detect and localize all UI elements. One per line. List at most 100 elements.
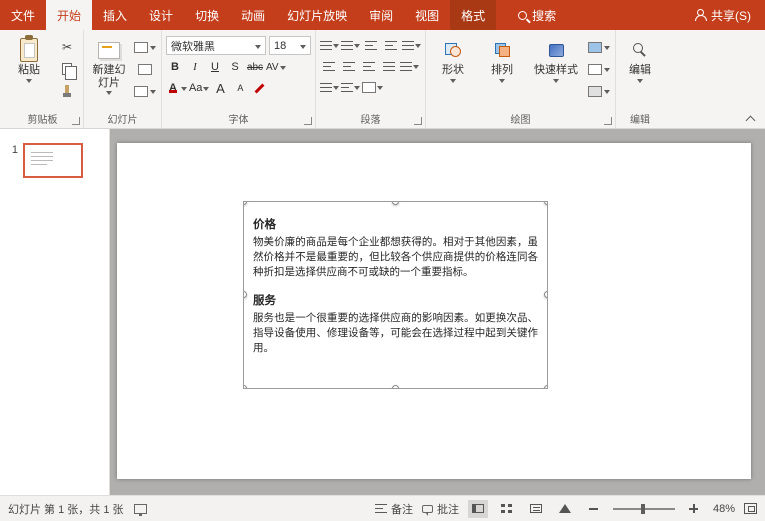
statusbar: 幻灯片 第 1 张，共 1 张 备注 批注 48% xyxy=(0,495,765,521)
resize-handle-nw[interactable] xyxy=(243,201,247,205)
shapes-button[interactable]: 形状 xyxy=(430,34,476,111)
editing-button[interactable]: 编辑 xyxy=(620,34,660,111)
zoom-in-button[interactable] xyxy=(684,500,704,518)
font-color-label: A xyxy=(166,82,180,94)
paragraph-dialog-launcher[interactable] xyxy=(414,117,422,125)
font-dialog-launcher[interactable] xyxy=(304,117,312,125)
zoom-slider[interactable] xyxy=(613,508,675,510)
char-spacing-button[interactable]: AV xyxy=(266,58,286,76)
bold-button[interactable]: B xyxy=(166,58,184,76)
clear-formatting-button[interactable] xyxy=(251,79,269,97)
tab-design[interactable]: 设计 xyxy=(138,0,184,30)
share-button[interactable]: 共享(S) xyxy=(680,0,765,30)
resize-handle-e[interactable] xyxy=(544,291,548,298)
slide-canvas[interactable]: 价格 物美价廉的商品是每个企业都想获得的。相对于其他因素，虽然价格并不是最重要的… xyxy=(117,143,751,479)
clipboard-group-label: 剪贴板 xyxy=(2,111,83,126)
fit-to-window-button[interactable] xyxy=(744,503,757,514)
display-settings-icon[interactable] xyxy=(134,504,147,514)
minus-icon xyxy=(589,508,598,510)
normal-view-button[interactable] xyxy=(468,500,488,518)
drawing-dialog-launcher[interactable] xyxy=(604,117,612,125)
tab-insert[interactable]: 插入 xyxy=(92,0,138,30)
tab-transitions[interactable]: 切换 xyxy=(184,0,230,30)
clipboard-dialog-launcher[interactable] xyxy=(72,117,80,125)
slide-thumbnail-row[interactable]: 1 xyxy=(8,143,109,178)
decrease-indent-button[interactable] xyxy=(362,36,380,54)
tab-file[interactable]: 文件 xyxy=(0,0,46,30)
align-left-button[interactable] xyxy=(320,57,338,75)
tab-review[interactable]: 审阅 xyxy=(358,0,404,30)
shape-outline-icon xyxy=(588,64,602,75)
slide-sorter-view-button[interactable] xyxy=(497,500,517,518)
justify-button[interactable] xyxy=(380,57,398,75)
comments-label: 批注 xyxy=(437,501,459,517)
notes-button[interactable]: 备注 xyxy=(375,501,413,517)
convert-smartart-button[interactable] xyxy=(362,78,383,96)
numbering-button[interactable] xyxy=(341,36,360,54)
drawing-group-label: 绘图 xyxy=(426,111,615,126)
grow-label: A xyxy=(216,81,225,96)
reading-view-icon xyxy=(530,504,542,513)
reset-button[interactable] xyxy=(133,59,157,79)
comments-button[interactable]: 批注 xyxy=(422,501,459,517)
italic-button[interactable]: I xyxy=(186,58,204,76)
underline-button[interactable]: U xyxy=(206,58,224,76)
change-case-button[interactable]: Aa xyxy=(189,79,209,97)
resize-handle-w[interactable] xyxy=(243,291,247,298)
font-name-combo[interactable]: 微软雅黑 xyxy=(166,36,266,55)
chevron-down-icon xyxy=(333,44,339,48)
resize-handle-s[interactable] xyxy=(392,385,399,389)
tab-format-contextual[interactable]: 格式 xyxy=(450,0,496,30)
group-paragraph: 段落 xyxy=(316,30,426,128)
zoom-out-button[interactable] xyxy=(584,500,604,518)
font-size-combo[interactable]: 18 xyxy=(269,36,311,55)
paste-button[interactable]: 粘贴 xyxy=(6,34,52,111)
numbered-list-icon xyxy=(341,41,353,50)
quick-styles-button[interactable]: 快速样式 xyxy=(528,34,584,111)
resize-handle-se[interactable] xyxy=(544,385,548,389)
shape-effects-button[interactable] xyxy=(587,81,611,101)
titlebar: 文件 开始 插入 设计 切换 动画 幻灯片放映 审阅 视图 格式 搜索 共享(S… xyxy=(0,0,765,30)
align-right-button[interactable] xyxy=(360,57,378,75)
font-group-label: 字体 xyxy=(162,111,315,126)
reading-view-button[interactable] xyxy=(526,500,546,518)
align-center-button[interactable] xyxy=(340,57,358,75)
format-painter-button[interactable] xyxy=(55,81,79,101)
textbox-heading-2: 服务 xyxy=(253,292,538,308)
shrink-font-button[interactable]: A xyxy=(231,79,249,97)
selected-textbox[interactable]: 价格 物美价廉的商品是每个企业都想获得的。相对于其他因素，虽然价格并不是最重要的… xyxy=(243,201,548,389)
font-color-button[interactable]: A xyxy=(166,79,187,97)
layout-button[interactable] xyxy=(133,37,157,57)
shape-fill-button[interactable] xyxy=(587,37,611,57)
bullets-button[interactable] xyxy=(320,36,339,54)
slideshow-view-button[interactable] xyxy=(555,500,575,518)
grow-font-button[interactable]: A xyxy=(211,79,229,97)
columns-button[interactable] xyxy=(400,57,419,75)
arrange-button[interactable]: 排列 xyxy=(479,34,525,111)
collapse-ribbon-button[interactable] xyxy=(743,112,757,124)
tab-view[interactable]: 视图 xyxy=(404,0,450,30)
cut-button[interactable]: ✂ xyxy=(55,37,79,57)
tab-home[interactable]: 开始 xyxy=(46,0,92,30)
text-shadow-button[interactable]: S xyxy=(226,58,244,76)
resize-handle-n[interactable] xyxy=(392,201,399,205)
tab-slideshow[interactable]: 幻灯片放映 xyxy=(276,0,358,30)
copy-button[interactable] xyxy=(55,59,79,79)
tab-animations[interactable]: 动画 xyxy=(230,0,276,30)
resize-handle-ne[interactable] xyxy=(544,201,548,205)
align-text-button[interactable] xyxy=(341,78,360,96)
scissors-icon: ✂ xyxy=(62,40,72,54)
increase-indent-button[interactable] xyxy=(382,36,400,54)
editing-label: 编辑 xyxy=(629,64,651,77)
resize-handle-sw[interactable] xyxy=(243,385,247,389)
line-spacing-button[interactable] xyxy=(402,36,421,54)
new-slide-button[interactable]: 新建幻灯片 xyxy=(88,34,130,111)
shape-outline-button[interactable] xyxy=(587,59,611,79)
slide-thumbnail[interactable] xyxy=(23,143,83,178)
zoom-level[interactable]: 48% xyxy=(713,503,735,515)
text-direction-button[interactable] xyxy=(320,78,339,96)
section-button[interactable] xyxy=(133,81,157,101)
search-box[interactable]: 搜索 xyxy=(506,0,568,30)
strikethrough-button[interactable]: abc xyxy=(246,58,264,76)
zoom-slider-thumb[interactable] xyxy=(641,504,645,514)
